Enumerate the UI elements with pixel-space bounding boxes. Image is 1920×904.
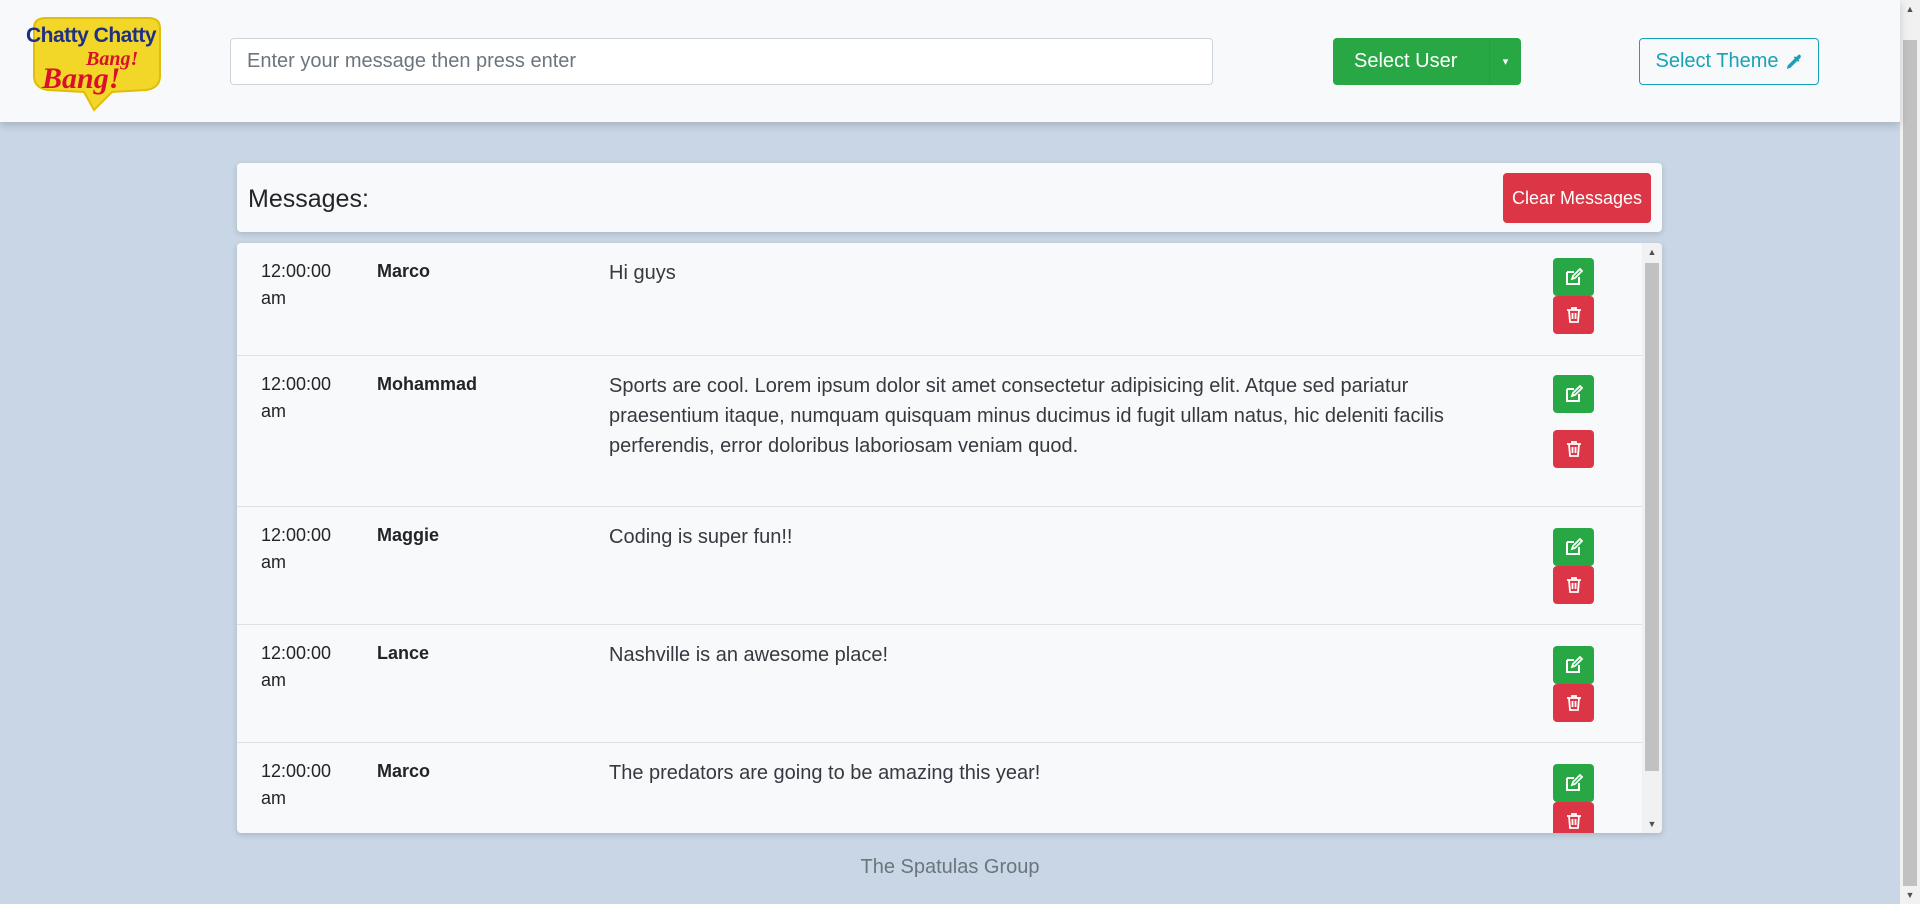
edit-message-button[interactable]	[1553, 258, 1594, 296]
edit-message-button[interactable]	[1553, 764, 1594, 802]
message-list-scrollbar[interactable]: ▲ ▼	[1642, 243, 1662, 833]
message-text: Hi guys	[609, 262, 676, 284]
page-scroll-up-arrow-icon[interactable]: ▲	[1900, 0, 1920, 18]
edit-icon	[1565, 537, 1583, 555]
scroll-up-arrow-icon[interactable]: ▲	[1642, 243, 1662, 261]
message-user: Maggie	[377, 525, 440, 545]
delete-message-button[interactable]	[1553, 430, 1594, 468]
logo-title-line1: Chatty Chatty	[26, 24, 157, 47]
message-time: 12:00:00 am	[261, 643, 332, 690]
list-item: 12:00:00 am Maggie Coding is super fun!!	[237, 507, 1642, 625]
message-input[interactable]	[230, 38, 1213, 85]
delete-message-button[interactable]	[1553, 566, 1594, 604]
app-logo[interactable]: Chatty Chatty Bang! Bang!	[24, 14, 170, 114]
select-user-dropdown[interactable]: Select User ▾	[1333, 38, 1521, 85]
message-list-viewport: 12:00:00 am Marco Hi guys 12:00:00 am Mo…	[237, 243, 1642, 833]
footer-text: The Spatulas Group	[860, 856, 1040, 878]
list-item: 12:00:00 am Mohammad Sports are cool. Lo…	[237, 356, 1642, 507]
app-header: Chatty Chatty Bang! Bang! Select User ▾ …	[0, 0, 1900, 122]
clear-messages-button[interactable]: Clear Messages	[1503, 173, 1651, 223]
edit-message-button[interactable]	[1553, 528, 1594, 566]
message-time: 12:00:00 am	[261, 261, 332, 308]
delete-message-button[interactable]	[1553, 802, 1594, 833]
message-text: Coding is super fun!!	[609, 526, 793, 548]
trash-icon	[1566, 307, 1581, 323]
messages-header-card: Messages: Clear Messages	[237, 163, 1662, 232]
edit-message-button[interactable]	[1553, 646, 1594, 684]
message-user: Marco	[377, 261, 431, 281]
message-user: Lance	[377, 643, 430, 663]
trash-icon	[1566, 577, 1581, 593]
page-scrollbar-thumb[interactable]	[1903, 40, 1917, 886]
message-text: The predators are going to be amazing th…	[609, 762, 1041, 784]
edit-icon	[1565, 655, 1583, 673]
list-item: 12:00:00 am Marco The predators are goin…	[237, 743, 1642, 833]
select-theme-button[interactable]: Select Theme	[1639, 38, 1819, 85]
logo-title-line3: Bang!	[42, 62, 121, 95]
delete-message-button[interactable]	[1553, 684, 1594, 722]
message-user: Marco	[377, 761, 431, 781]
message-list[interactable]: 12:00:00 am Marco Hi guys 12:00:00 am Mo…	[237, 243, 1662, 833]
trash-icon	[1566, 813, 1581, 829]
page-scroll-down-arrow-icon[interactable]: ▼	[1900, 886, 1920, 904]
trash-icon	[1566, 695, 1581, 711]
eyedropper-icon	[1786, 54, 1801, 69]
edit-icon	[1565, 267, 1583, 285]
message-time: 12:00:00 am	[261, 761, 332, 808]
edit-message-button[interactable]	[1553, 375, 1594, 413]
delete-message-button[interactable]	[1553, 296, 1594, 334]
trash-icon	[1566, 441, 1581, 457]
chevron-down-icon[interactable]: ▾	[1489, 38, 1521, 85]
scroll-down-arrow-icon[interactable]: ▼	[1642, 815, 1662, 833]
message-time: 12:00:00 am	[261, 374, 332, 421]
edit-icon	[1565, 773, 1583, 791]
list-item: 12:00:00 am Lance Nashville is an awesom…	[237, 625, 1642, 743]
message-user: Mohammad	[377, 374, 478, 394]
edit-icon	[1565, 384, 1583, 402]
message-text: Sports are cool. Lorem ipsum dolor sit a…	[609, 375, 1444, 457]
select-theme-label: Select Theme	[1655, 50, 1779, 72]
scrollbar-thumb[interactable]	[1645, 263, 1659, 771]
message-text: Nashville is an awesome place!	[609, 644, 889, 666]
message-time: 12:00:00 am	[261, 525, 332, 572]
page-scrollbar[interactable]: ▲ ▼	[1900, 0, 1920, 904]
messages-title: Messages:	[248, 185, 369, 213]
select-user-label: Select User	[1354, 50, 1458, 72]
list-item: 12:00:00 am Marco Hi guys	[237, 243, 1642, 356]
